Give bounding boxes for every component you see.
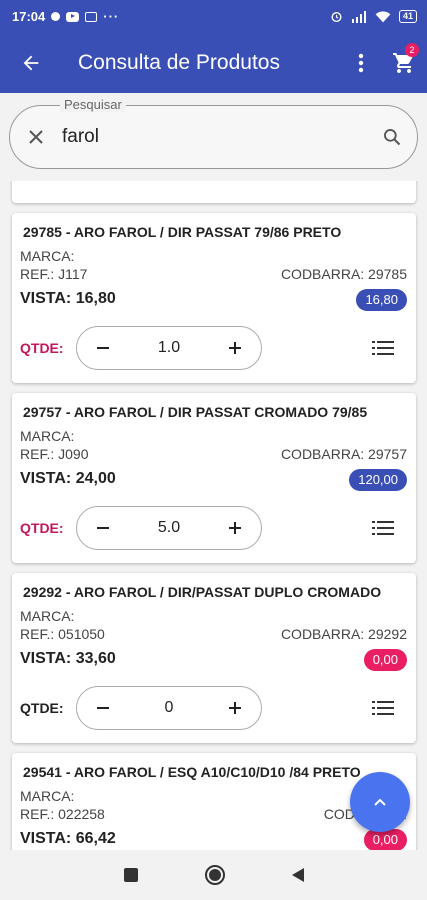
list-icon[interactable] bbox=[372, 699, 394, 717]
plus-icon bbox=[229, 522, 241, 534]
arrow-back-icon bbox=[23, 55, 39, 71]
product-price: VISTA: 24,00 bbox=[20, 470, 116, 487]
increase-button[interactable] bbox=[209, 506, 261, 550]
wifi-icon bbox=[375, 10, 391, 22]
qty-label: QTDE: bbox=[20, 700, 64, 716]
recents-button[interactable] bbox=[123, 868, 138, 882]
youtube-icon bbox=[66, 11, 80, 22]
minus-icon bbox=[97, 707, 109, 709]
more-notifications-icon: ··· bbox=[103, 9, 120, 24]
product-marca: MARCA: bbox=[20, 248, 75, 264]
overflow-menu-button[interactable] bbox=[341, 33, 381, 93]
product-card[interactable]: 29785 - ARO FAROL / DIR PASSAT 79/86 PRE… bbox=[12, 213, 416, 383]
back-nav-button[interactable] bbox=[291, 868, 304, 882]
decrease-button[interactable] bbox=[77, 686, 129, 730]
product-name: 29541 - ARO FAROL / ESQ A10/C10/D10 /84 … bbox=[23, 764, 361, 780]
alarm-icon bbox=[331, 12, 342, 23]
product-card bbox=[12, 181, 416, 203]
close-icon bbox=[29, 130, 43, 144]
home-button[interactable] bbox=[204, 865, 225, 885]
total-badge: 0,00 bbox=[363, 829, 407, 850]
product-name: 29757 - ARO FAROL / DIR PASSAT CROMADO 7… bbox=[23, 404, 368, 420]
status-bar: 17:04 ··· 41 bbox=[0, 0, 427, 33]
search-area: Pesquisar farol bbox=[0, 93, 427, 181]
battery-icon: 41 bbox=[398, 10, 417, 23]
status-time: 17:04 bbox=[12, 9, 46, 24]
quantity-input[interactable]: 5.0 bbox=[129, 519, 209, 537]
minus-icon bbox=[97, 347, 109, 349]
product-ref: REF.: 051050 bbox=[20, 626, 105, 642]
product-name: 29292 - ARO FAROL / DIR/PASSAT DUPLO CRO… bbox=[23, 584, 382, 600]
scroll-top-button[interactable] bbox=[350, 772, 410, 832]
product-codbarra: CODBARRA: 29757 bbox=[280, 446, 407, 462]
cart-button[interactable]: 2 bbox=[381, 33, 427, 93]
notification-dot-icon bbox=[51, 12, 61, 21]
product-price: VISTA: 33,60 bbox=[20, 650, 116, 667]
chevron-up-icon bbox=[374, 798, 386, 806]
product-marca: MARCA: bbox=[20, 608, 75, 624]
signal-icon bbox=[351, 10, 366, 23]
qty-label: QTDE: bbox=[20, 340, 64, 356]
product-ref: REF.: 022258 bbox=[20, 806, 105, 822]
product-ref: REF.: J090 bbox=[20, 446, 89, 462]
product-list[interactable]: 29785 - ARO FAROL / DIR PASSAT 79/86 PRE… bbox=[0, 181, 427, 850]
page-title: Consulta de Produtos bbox=[78, 51, 280, 74]
search-field[interactable]: Pesquisar farol bbox=[9, 97, 418, 169]
home-icon bbox=[208, 869, 221, 881]
decrease-button[interactable] bbox=[77, 506, 129, 550]
quantity-input[interactable]: 0 bbox=[129, 699, 209, 717]
search-icon bbox=[384, 129, 401, 146]
product-price: VISTA: 16,80 bbox=[20, 290, 116, 307]
minus-icon bbox=[97, 527, 109, 529]
increase-button[interactable] bbox=[209, 326, 261, 370]
product-name: 29785 - ARO FAROL / DIR PASSAT 79/86 PRE… bbox=[23, 224, 342, 240]
gallery-icon bbox=[85, 11, 98, 22]
quantity-stepper: 0 bbox=[76, 686, 262, 730]
system-nav-bar bbox=[0, 850, 427, 900]
app-bar: Consulta de Produtos 2 bbox=[0, 33, 427, 93]
product-ref: REF.: J117 bbox=[20, 266, 88, 282]
list-icon[interactable] bbox=[372, 519, 394, 537]
total-badge: 120,00 bbox=[349, 469, 407, 491]
clear-search-button[interactable] bbox=[10, 129, 62, 145]
product-card[interactable]: 29757 - ARO FAROL / DIR PASSAT CROMADO 7… bbox=[12, 393, 416, 563]
increase-button[interactable] bbox=[209, 686, 261, 730]
product-card[interactable]: 29292 - ARO FAROL / DIR/PASSAT DUPLO CRO… bbox=[12, 573, 416, 743]
qty-label: QTDE: bbox=[20, 520, 64, 536]
product-codbarra: CODBARRA: 29785 bbox=[280, 266, 407, 282]
search-input[interactable]: farol bbox=[62, 126, 367, 148]
total-badge: 0,00 bbox=[363, 649, 407, 671]
search-legend: Pesquisar bbox=[60, 97, 126, 112]
back-button[interactable] bbox=[0, 33, 62, 93]
decrease-button[interactable] bbox=[77, 326, 129, 370]
quantity-input[interactable]: 1.0 bbox=[129, 339, 209, 357]
product-marca: MARCA: bbox=[20, 788, 75, 804]
list-icon[interactable] bbox=[372, 339, 394, 357]
product-price: VISTA: 66,42 bbox=[20, 830, 116, 847]
plus-icon bbox=[229, 342, 241, 354]
plus-icon bbox=[229, 702, 241, 714]
search-button[interactable] bbox=[367, 127, 417, 147]
quantity-stepper: 5.0 bbox=[76, 506, 262, 550]
product-marca: MARCA: bbox=[20, 428, 75, 444]
more-vert-icon bbox=[358, 53, 364, 73]
product-codbarra: CODBARRA: 29292 bbox=[280, 626, 407, 642]
cart-count-badge: 2 bbox=[405, 43, 419, 57]
total-badge: 16,80 bbox=[356, 289, 407, 311]
quantity-stepper: 1.0 bbox=[76, 326, 262, 370]
